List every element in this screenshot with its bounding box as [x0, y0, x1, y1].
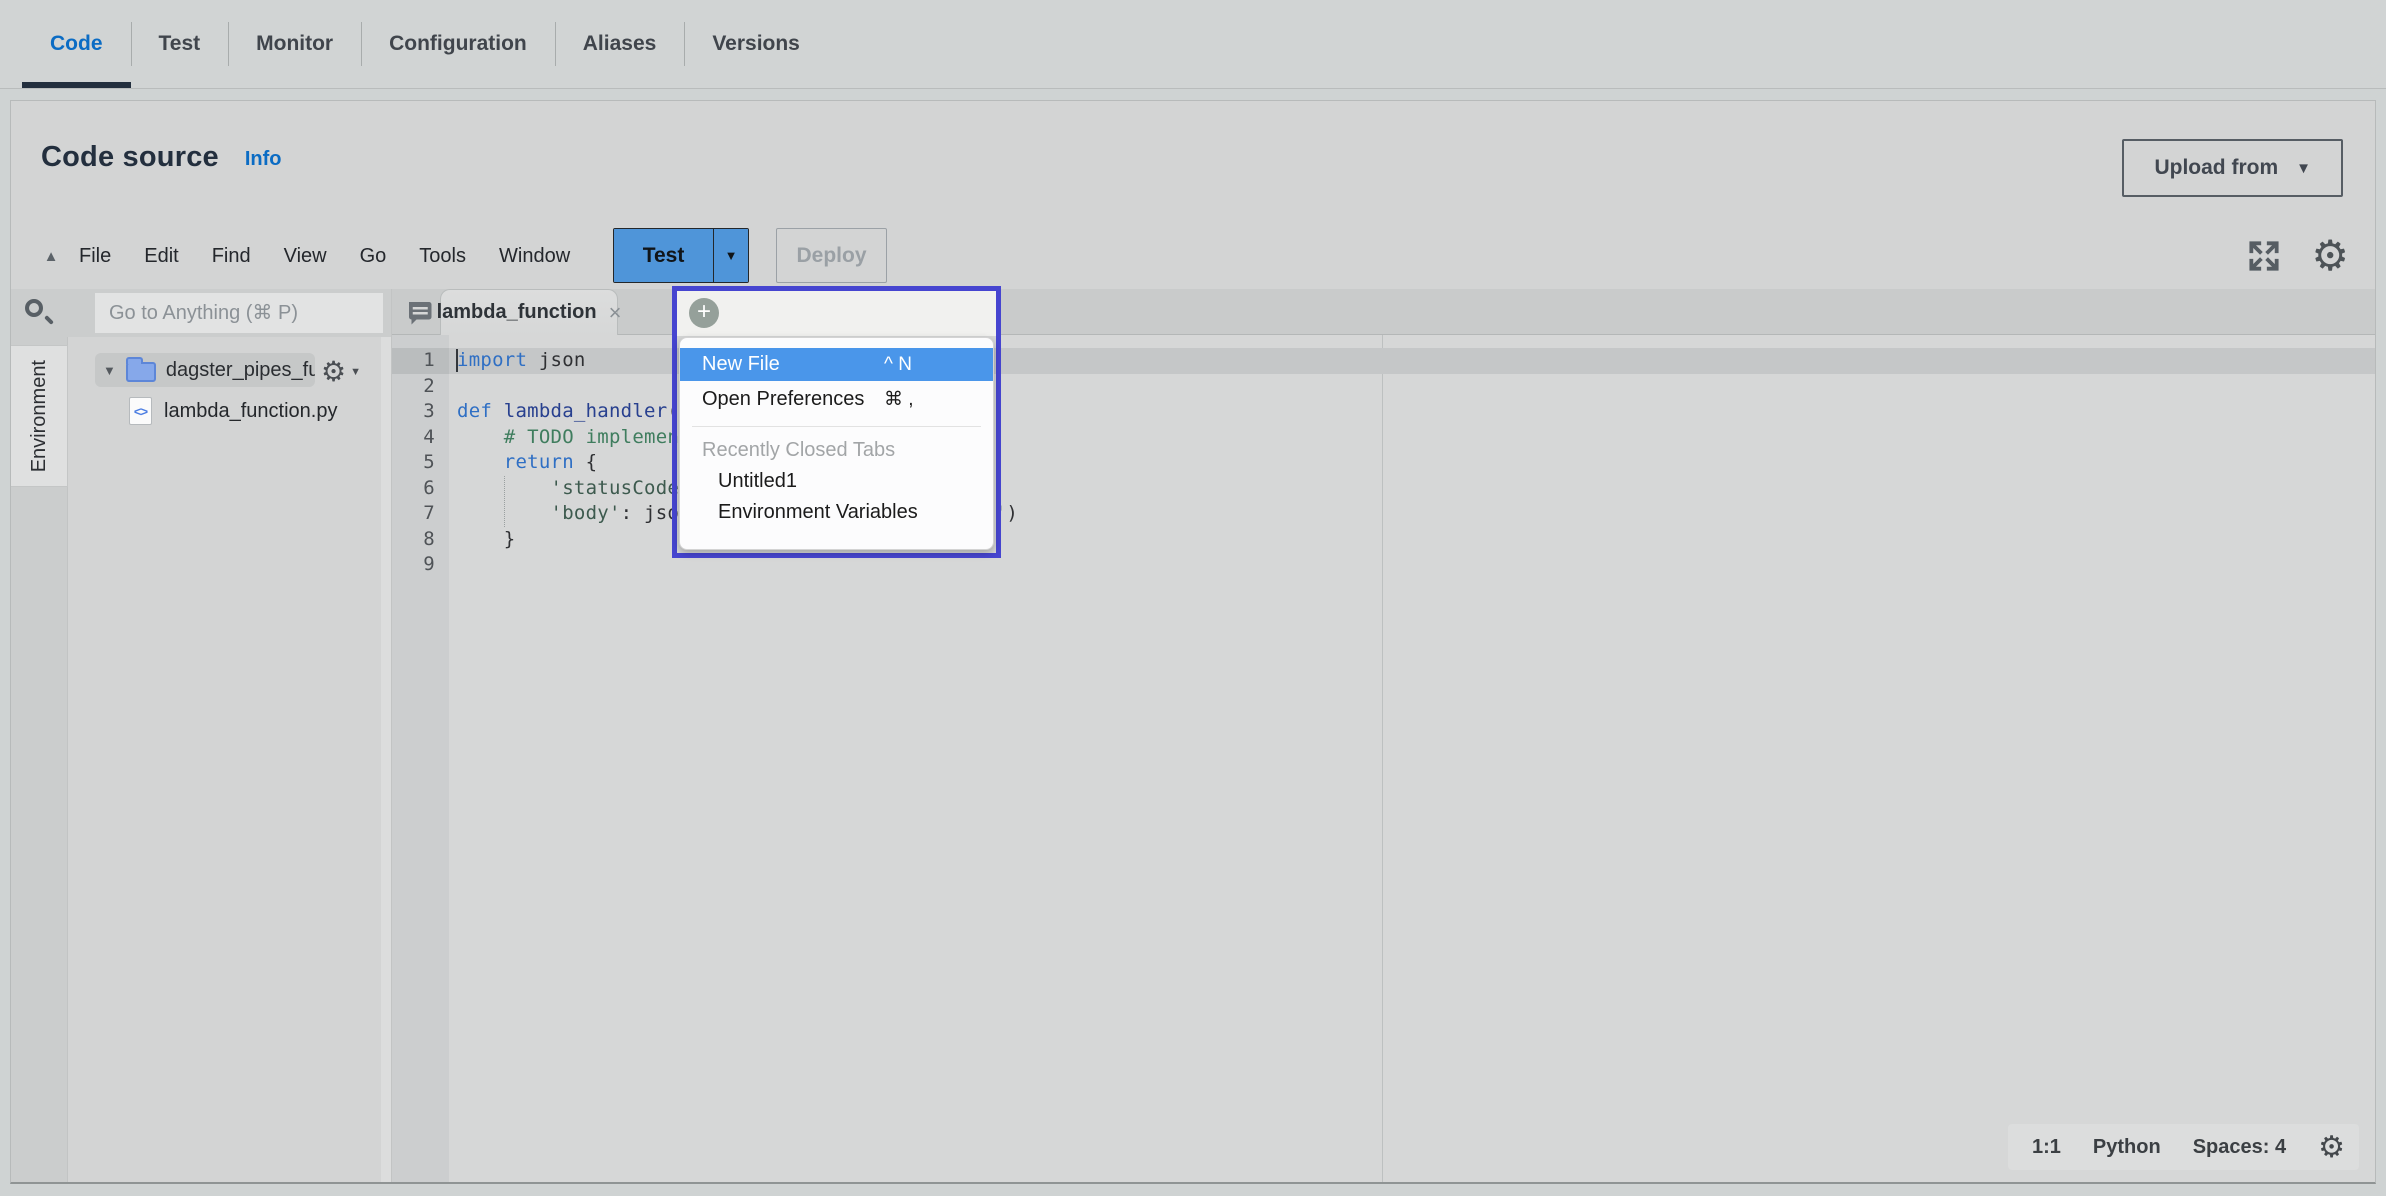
new-tab-strip: + — [677, 291, 996, 336]
tab-aliases[interactable]: Aliases — [555, 0, 685, 88]
code-text: # TODO implement — [449, 425, 691, 451]
menu-item-label: New File — [680, 353, 780, 376]
test-dropdown-button[interactable]: ▼ — [713, 229, 748, 282]
line-number: 2 — [392, 374, 449, 400]
line-number: 7 — [392, 501, 449, 527]
tree-folder-dagster-pipes[interactable]: ▼ dagster_pipes_funct — [95, 353, 315, 387]
menu-edit[interactable]: Edit — [144, 245, 178, 268]
tab-configuration[interactable]: Configuration — [361, 0, 555, 88]
menu-divider — [692, 426, 981, 427]
chevron-down-icon: ▼ — [350, 366, 361, 378]
file-tree: ▼ dagster_pipes_funct ⚙ ▼ <> lambda_func… — [69, 337, 381, 1182]
editor-status-bar: 1:1 Python Spaces: 4 ⚙ — [2008, 1124, 2359, 1170]
plus-icon[interactable]: + — [689, 298, 719, 328]
goto-anything-input[interactable] — [95, 293, 383, 333]
tab-menu-panel: New File ^ N Open Preferences ⌘ , Recent… — [679, 337, 994, 550]
code-file-icon: <> — [129, 397, 152, 425]
language-mode[interactable]: Python — [2093, 1136, 2161, 1159]
tab-list-icon[interactable] — [404, 297, 434, 327]
indentation-setting[interactable]: Spaces: 4 — [2193, 1136, 2286, 1159]
page-title: Code source — [41, 141, 219, 174]
tab-test[interactable]: Test — [131, 0, 229, 88]
menu-find[interactable]: Find — [212, 245, 251, 268]
shortcut-label: ⌘ , — [884, 388, 968, 411]
close-icon[interactable]: × — [609, 300, 622, 326]
editor-toolbar: ▲ File Edit Find View Go Tools Window Te… — [11, 223, 2375, 289]
search-icon[interactable] — [23, 297, 53, 327]
code-text: } — [449, 527, 515, 553]
gear-icon[interactable]: ⚙ — [2311, 237, 2349, 275]
code-source-panel: Code source Info Upload from ▼ ▲ File Ed… — [10, 100, 2376, 1184]
code-text — [449, 374, 457, 400]
chevron-down-icon: ▼ — [2296, 160, 2311, 177]
menu-go[interactable]: Go — [360, 245, 387, 268]
menu-tools[interactable]: Tools — [419, 245, 466, 268]
function-nav: Code Test Monitor Configuration Aliases … — [0, 0, 2386, 89]
sidebar-tab-environment[interactable]: Environment — [11, 345, 68, 487]
menu-item-label: Open Preferences — [680, 388, 864, 411]
sidebar: Environment ▼ dagster_pipes_funct ⚙ ▼ <> — [11, 289, 391, 1182]
sidebar-tab-strip: Environment — [11, 337, 68, 1182]
upload-from-label: Upload from — [2154, 156, 2278, 180]
menu-section-header: Recently Closed Tabs — [680, 435, 993, 466]
deploy-button[interactable]: Deploy — [776, 228, 887, 283]
chevron-down-icon: ▼ — [725, 248, 738, 263]
menu-file[interactable]: File — [79, 245, 111, 268]
text-cursor — [456, 349, 458, 372]
goto-anything-row — [11, 289, 391, 337]
gear-icon[interactable]: ⚙ — [2318, 1130, 2345, 1165]
menu-item-new-file[interactable]: New File ^ N — [680, 348, 993, 381]
menu-window[interactable]: Window — [499, 245, 570, 268]
test-button[interactable]: Test — [614, 229, 713, 282]
file-label: lambda_function.py — [164, 400, 337, 423]
line-number: 9 — [392, 552, 449, 578]
line-number: 5 — [392, 450, 449, 476]
menu-item-environment-variables[interactable]: Environment Variables — [680, 497, 993, 528]
cursor-position[interactable]: 1:1 — [2032, 1136, 2061, 1159]
code-text: import json — [449, 348, 586, 374]
tab-code[interactable]: Code — [22, 0, 131, 88]
new-tab-menu-popup: + New File ^ N Open Preferences ⌘ , Rece… — [672, 286, 1001, 558]
tab-monitor[interactable]: Monitor — [228, 0, 361, 88]
line-number: 8 — [392, 527, 449, 553]
editor-tab-label: lambda_function — [437, 301, 597, 324]
upload-from-button[interactable]: Upload from ▼ — [2122, 139, 2343, 197]
code-text: return { — [449, 450, 597, 476]
line-number: 3 — [392, 399, 449, 425]
test-split-button: Test ▼ — [613, 228, 749, 283]
shortcut-label: ^ N — [884, 354, 968, 376]
gear-icon: ⚙ — [321, 355, 346, 388]
folder-icon — [126, 362, 156, 382]
indent-guide — [504, 476, 505, 527]
collapse-editor-icon[interactable]: ▲ — [31, 248, 71, 265]
line-number: 6 — [392, 476, 449, 502]
line-number: 4 — [392, 425, 449, 451]
code-text — [449, 552, 457, 578]
sidebar-scrollbar[interactable] — [381, 337, 391, 1182]
editor-menubar: File Edit Find View Go Tools Window — [79, 245, 570, 268]
tab-versions[interactable]: Versions — [684, 0, 828, 88]
toolbar-right: ⚙ — [2245, 223, 2349, 289]
workspace: Environment ▼ dagster_pipes_funct ⚙ ▼ <> — [11, 289, 2375, 1182]
folder-label: dagster_pipes_funct — [166, 359, 315, 382]
editor-tab-lambda-function[interactable]: lambda_function × — [440, 289, 618, 335]
tree-settings-button[interactable]: ⚙ ▼ — [321, 355, 361, 388]
fullscreen-icon[interactable] — [2245, 237, 2283, 275]
line-number: 1 — [392, 348, 449, 374]
menu-item-open-preferences[interactable]: Open Preferences ⌘ , — [680, 381, 993, 418]
menu-view[interactable]: View — [284, 245, 327, 268]
tree-file-lambda-function[interactable]: <> lambda_function.py — [129, 395, 337, 427]
info-link[interactable]: Info — [245, 148, 282, 174]
menu-item-untitled1[interactable]: Untitled1 — [680, 466, 993, 497]
panel-header: Code source Info — [41, 141, 282, 174]
environment-tab-label: Environment — [28, 360, 51, 472]
disclosure-open-icon[interactable]: ▼ — [103, 363, 116, 378]
